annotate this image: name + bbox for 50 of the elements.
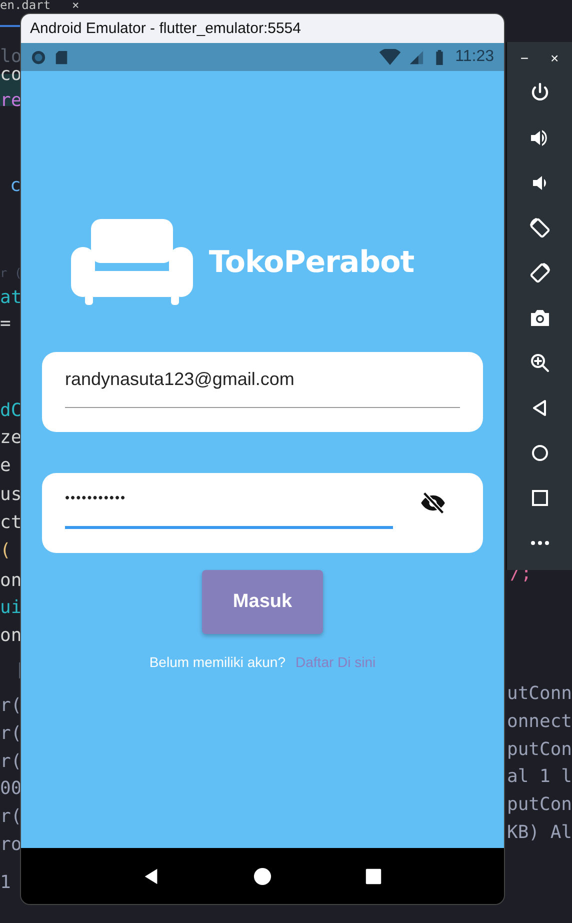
overview-icon[interactable] [364, 866, 383, 886]
code-fragment: e [0, 455, 11, 477]
code-fragment: 1 [0, 872, 11, 894]
code-fragment: KB) Al [507, 822, 572, 844]
login-button[interactable]: Masuk [202, 570, 323, 634]
code-fragment: ( [0, 540, 11, 562]
code-fragment: r ( [0, 265, 22, 282]
rotate-left-icon[interactable] [528, 216, 552, 240]
wifi-icon [379, 48, 402, 66]
window-title: Android Emulator - flutter_emulator:5554 [30, 20, 301, 37]
code-fragment: r( [0, 695, 22, 717]
code-fragment: r( [0, 723, 22, 745]
code-fragment: onnect [507, 711, 572, 733]
close-button[interactable]: × [550, 50, 559, 66]
circle-icon [31, 50, 46, 64]
signup-prompt: Belum memiliki akun? [149, 654, 286, 670]
email-value: randynasuta123@gmail.com [65, 369, 296, 391]
code-fragment: 00 [0, 778, 22, 800]
code-fragment: on [0, 625, 22, 647]
code-fragment: ct [0, 512, 22, 534]
signal-icon [409, 50, 424, 64]
code-fragment: al 1 l [507, 766, 572, 788]
password-value: ••••••••••• [65, 490, 128, 507]
password-field[interactable]: ••••••••••• [42, 473, 483, 553]
code-fragment: re [0, 90, 22, 112]
email-field[interactable]: randynasuta123@gmail.com [42, 352, 483, 432]
code-fragment: r( [0, 751, 22, 773]
code-fragment: at [0, 287, 22, 309]
code-fragment: c [10, 175, 21, 197]
code-fragment: ro [0, 834, 22, 856]
code-fragment: ui [0, 597, 22, 619]
sd-card-icon [54, 50, 69, 64]
code-fragment: putCon [507, 739, 572, 761]
tab-close-button[interactable]: × [72, 0, 80, 12]
eye-off-icon[interactable] [420, 490, 446, 516]
code-fragment: r( [0, 806, 22, 828]
code-fragment: ze [0, 427, 22, 449]
sofa-icon [70, 219, 193, 305]
home-icon[interactable] [253, 866, 272, 886]
code-fragment: putCon [507, 794, 572, 816]
minimize-button[interactable]: − [520, 50, 528, 66]
code-fragment: = [0, 313, 11, 335]
code-fragment: us [0, 484, 22, 506]
code-fragment: dC [0, 400, 22, 422]
code-fragment: utConn [507, 683, 572, 705]
status-time: 11:23 [455, 48, 494, 66]
code-fragment: on [0, 570, 22, 592]
brand-name: TokoPerabot [208, 244, 414, 280]
editor-tab[interactable]: en.dart [0, 0, 51, 12]
rotate-right-icon[interactable] [528, 261, 552, 285]
